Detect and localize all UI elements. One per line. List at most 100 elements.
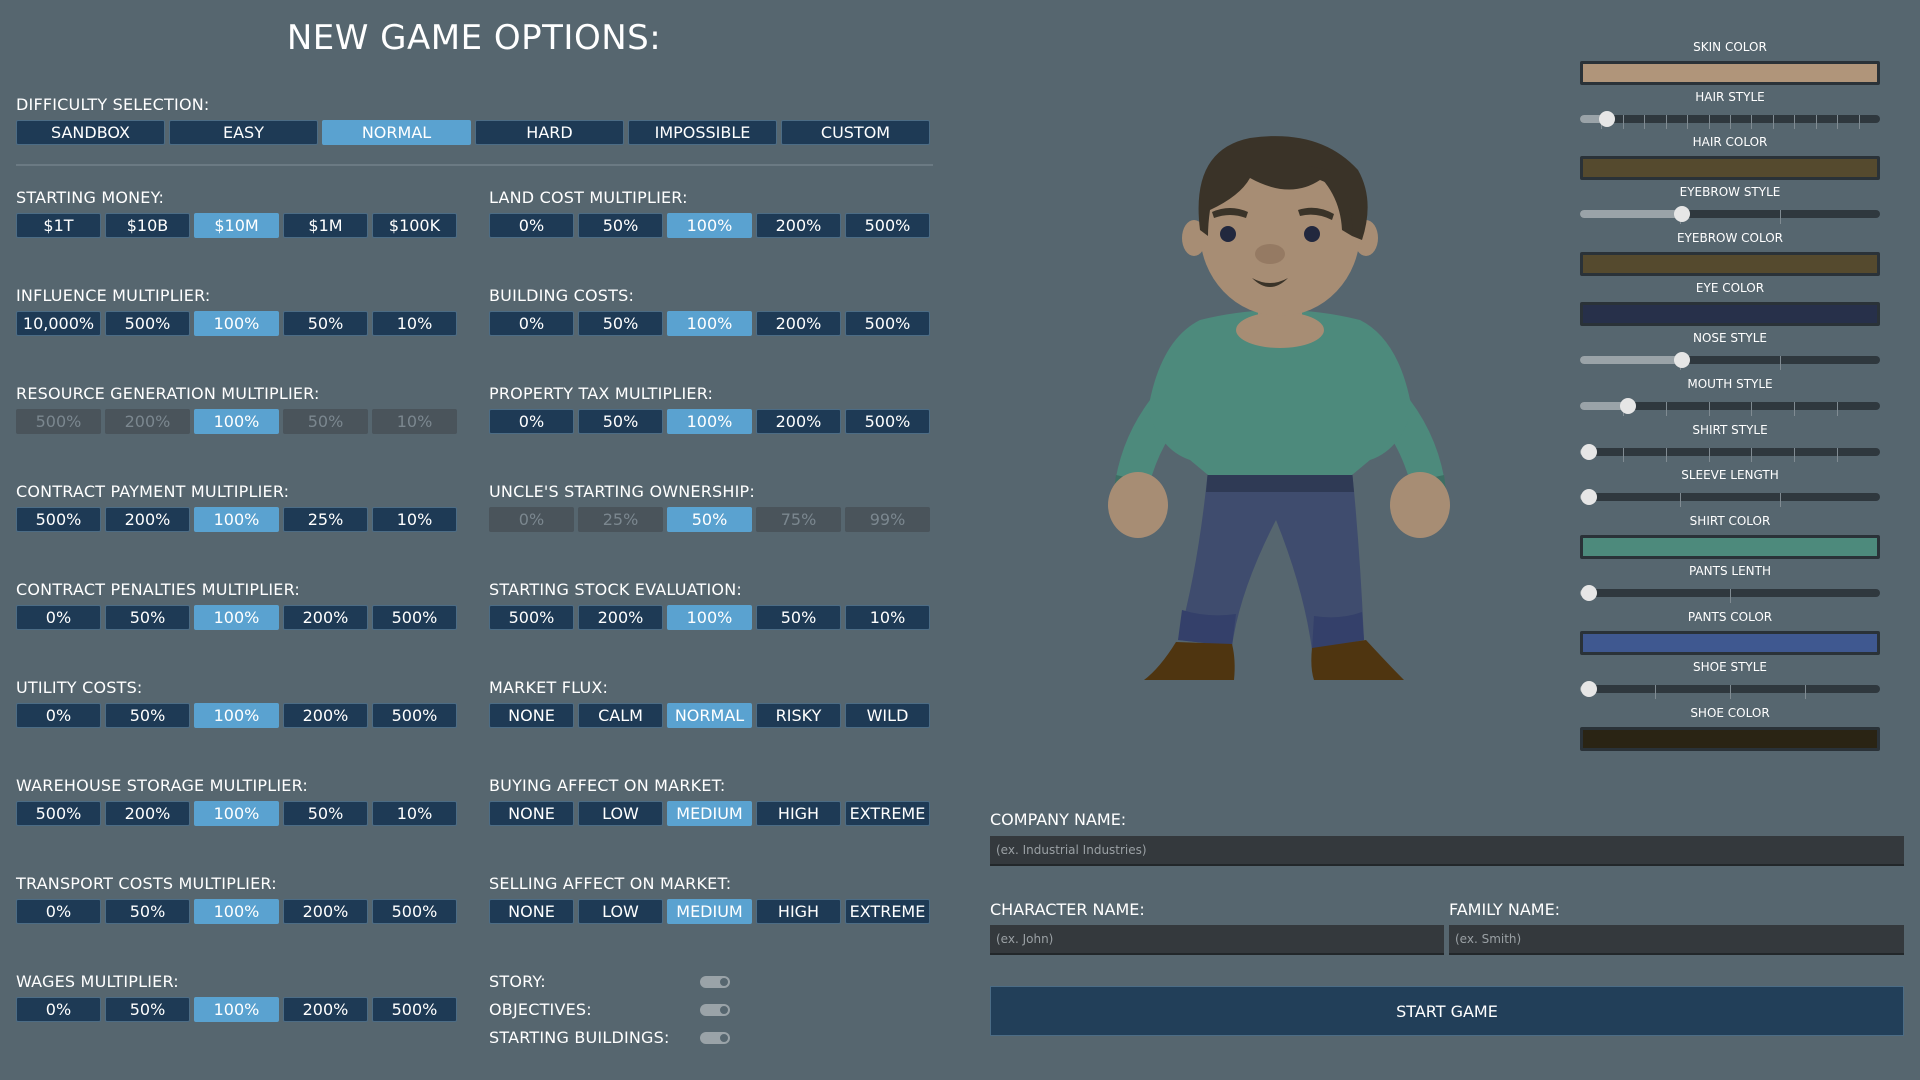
story-toggle[interactable] xyxy=(700,976,730,988)
starting-stock-evaluation-option-200-button[interactable]: 200% xyxy=(578,605,663,630)
company-name-input[interactable] xyxy=(990,836,1904,866)
difficulty-impossible-button[interactable]: IMPOSSIBLE xyxy=(628,120,777,145)
transport-costs-multiplier-option-0-button[interactable]: 0% xyxy=(16,899,101,924)
transport-costs-multiplier-option-100-button[interactable]: 100% xyxy=(194,899,279,924)
slider-thumb[interactable] xyxy=(1674,206,1690,222)
contract-payment-multiplier-option-500-button[interactable]: 500% xyxy=(16,507,101,532)
property-tax-multiplier-option-0-button[interactable]: 0% xyxy=(489,409,574,434)
warehouse-storage-multiplier-option-10-button[interactable]: 10% xyxy=(372,801,457,826)
difficulty-sandbox-button[interactable]: SANDBOX xyxy=(16,120,165,145)
utility-costs-option-0-button[interactable]: 0% xyxy=(16,703,101,728)
wages-multiplier-option-0-button[interactable]: 0% xyxy=(16,997,101,1022)
land-cost-multiplier-option-500-button[interactable]: 500% xyxy=(845,213,930,238)
building-costs-option-50-button[interactable]: 50% xyxy=(578,311,663,336)
wages-multiplier-option-500-button[interactable]: 500% xyxy=(372,997,457,1022)
eyebrow-color-swatch[interactable] xyxy=(1580,252,1880,276)
contract-penalties-multiplier-option-0-button[interactable]: 0% xyxy=(16,605,101,630)
market-flux-option-risky-button[interactable]: RISKY xyxy=(756,703,841,728)
warehouse-storage-multiplier-option-100-button[interactable]: 100% xyxy=(194,801,279,826)
transport-costs-multiplier-option-200-button[interactable]: 200% xyxy=(283,899,368,924)
warehouse-storage-multiplier-option-200-button[interactable]: 200% xyxy=(105,801,190,826)
starting-money-option-1m-button[interactable]: $1M xyxy=(283,213,368,238)
contract-penalties-multiplier-option-100-button[interactable]: 100% xyxy=(194,605,279,630)
starting-stock-evaluation-option-50-button[interactable]: 50% xyxy=(756,605,841,630)
warehouse-storage-multiplier-option-500-button[interactable]: 500% xyxy=(16,801,101,826)
shoe-style-slider[interactable] xyxy=(1580,681,1880,699)
pants-color-swatch[interactable] xyxy=(1580,631,1880,655)
influence-multiplier-option-50-button[interactable]: 50% xyxy=(283,311,368,336)
market-flux-option-wild-button[interactable]: WILD xyxy=(845,703,930,728)
starting-stock-evaluation-option-10-button[interactable]: 10% xyxy=(845,605,930,630)
contract-payment-multiplier-option-100-button[interactable]: 100% xyxy=(194,507,279,532)
wages-multiplier-option-200-button[interactable]: 200% xyxy=(283,997,368,1022)
warehouse-storage-multiplier-option-50-button[interactable]: 50% xyxy=(283,801,368,826)
starting-stock-evaluation-option-100-button[interactable]: 100% xyxy=(667,605,752,630)
starting-money-option-10b-button[interactable]: $10B xyxy=(105,213,190,238)
market-flux-option-normal-button[interactable]: NORMAL xyxy=(667,703,752,728)
slider-thumb[interactable] xyxy=(1581,444,1597,460)
eyebrow-style-slider[interactable] xyxy=(1580,206,1880,224)
buying-affect-on-market-option-high-button[interactable]: HIGH xyxy=(756,801,841,826)
starting-stock-evaluation-option-500-button[interactable]: 500% xyxy=(489,605,574,630)
land-cost-multiplier-option-50-button[interactable]: 50% xyxy=(578,213,663,238)
influence-multiplier-option-10-000-button[interactable]: 10,000% xyxy=(16,311,101,336)
starting-money-option-100k-button[interactable]: $100K xyxy=(372,213,457,238)
market-flux-option-none-button[interactable]: NONE xyxy=(489,703,574,728)
building-costs-option-100-button[interactable]: 100% xyxy=(667,311,752,336)
land-cost-multiplier-option-100-button[interactable]: 100% xyxy=(667,213,752,238)
shoe-color-swatch[interactable] xyxy=(1580,727,1880,751)
difficulty-hard-button[interactable]: HARD xyxy=(475,120,624,145)
shirt-color-swatch[interactable] xyxy=(1580,535,1880,559)
influence-multiplier-option-100-button[interactable]: 100% xyxy=(194,311,279,336)
start-game-button[interactable]: START GAME xyxy=(990,986,1904,1036)
difficulty-normal-button[interactable]: NORMAL xyxy=(322,120,471,145)
objectives-toggle[interactable] xyxy=(700,1004,730,1016)
buying-affect-on-market-option-extreme-button[interactable]: EXTREME xyxy=(845,801,930,826)
contract-penalties-multiplier-option-50-button[interactable]: 50% xyxy=(105,605,190,630)
mouth-style-slider[interactable] xyxy=(1580,398,1880,416)
selling-affect-on-market-option-low-button[interactable]: LOW xyxy=(578,899,663,924)
influence-multiplier-option-500-button[interactable]: 500% xyxy=(105,311,190,336)
slider-thumb[interactable] xyxy=(1581,681,1597,697)
property-tax-multiplier-option-50-button[interactable]: 50% xyxy=(578,409,663,434)
property-tax-multiplier-option-200-button[interactable]: 200% xyxy=(756,409,841,434)
eye-color-swatch[interactable] xyxy=(1580,302,1880,326)
difficulty-custom-button[interactable]: CUSTOM xyxy=(781,120,930,145)
hair-style-slider[interactable] xyxy=(1580,111,1880,129)
market-flux-option-calm-button[interactable]: CALM xyxy=(578,703,663,728)
land-cost-multiplier-option-0-button[interactable]: 0% xyxy=(489,213,574,238)
character-name-input[interactable] xyxy=(990,925,1444,955)
contract-penalties-multiplier-option-500-button[interactable]: 500% xyxy=(372,605,457,630)
slider-thumb[interactable] xyxy=(1674,352,1690,368)
utility-costs-option-200-button[interactable]: 200% xyxy=(283,703,368,728)
selling-affect-on-market-option-none-button[interactable]: NONE xyxy=(489,899,574,924)
buying-affect-on-market-option-low-button[interactable]: LOW xyxy=(578,801,663,826)
property-tax-multiplier-option-500-button[interactable]: 500% xyxy=(845,409,930,434)
starting-money-option-1t-button[interactable]: $1T xyxy=(16,213,101,238)
starting-buildings-toggle[interactable] xyxy=(700,1032,730,1044)
contract-payment-multiplier-option-10-button[interactable]: 10% xyxy=(372,507,457,532)
influence-multiplier-option-10-button[interactable]: 10% xyxy=(372,311,457,336)
nose-style-slider[interactable] xyxy=(1580,352,1880,370)
contract-payment-multiplier-option-25-button[interactable]: 25% xyxy=(283,507,368,532)
contract-payment-multiplier-option-200-button[interactable]: 200% xyxy=(105,507,190,532)
contract-penalties-multiplier-option-200-button[interactable]: 200% xyxy=(283,605,368,630)
building-costs-option-500-button[interactable]: 500% xyxy=(845,311,930,336)
buying-affect-on-market-option-medium-button[interactable]: MEDIUM xyxy=(667,801,752,826)
skin-color-swatch[interactable] xyxy=(1580,61,1880,85)
pants-lenth-slider[interactable] xyxy=(1580,585,1880,603)
shirt-style-slider[interactable] xyxy=(1580,444,1880,462)
slider-thumb[interactable] xyxy=(1620,398,1636,414)
wages-multiplier-option-50-button[interactable]: 50% xyxy=(105,997,190,1022)
sleeve-length-slider[interactable] xyxy=(1580,489,1880,507)
selling-affect-on-market-option-medium-button[interactable]: MEDIUM xyxy=(667,899,752,924)
transport-costs-multiplier-option-500-button[interactable]: 500% xyxy=(372,899,457,924)
selling-affect-on-market-option-high-button[interactable]: HIGH xyxy=(756,899,841,924)
slider-thumb[interactable] xyxy=(1599,111,1615,127)
slider-thumb[interactable] xyxy=(1581,489,1597,505)
difficulty-easy-button[interactable]: EASY xyxy=(169,120,318,145)
utility-costs-option-50-button[interactable]: 50% xyxy=(105,703,190,728)
building-costs-option-0-button[interactable]: 0% xyxy=(489,311,574,336)
building-costs-option-200-button[interactable]: 200% xyxy=(756,311,841,336)
transport-costs-multiplier-option-50-button[interactable]: 50% xyxy=(105,899,190,924)
